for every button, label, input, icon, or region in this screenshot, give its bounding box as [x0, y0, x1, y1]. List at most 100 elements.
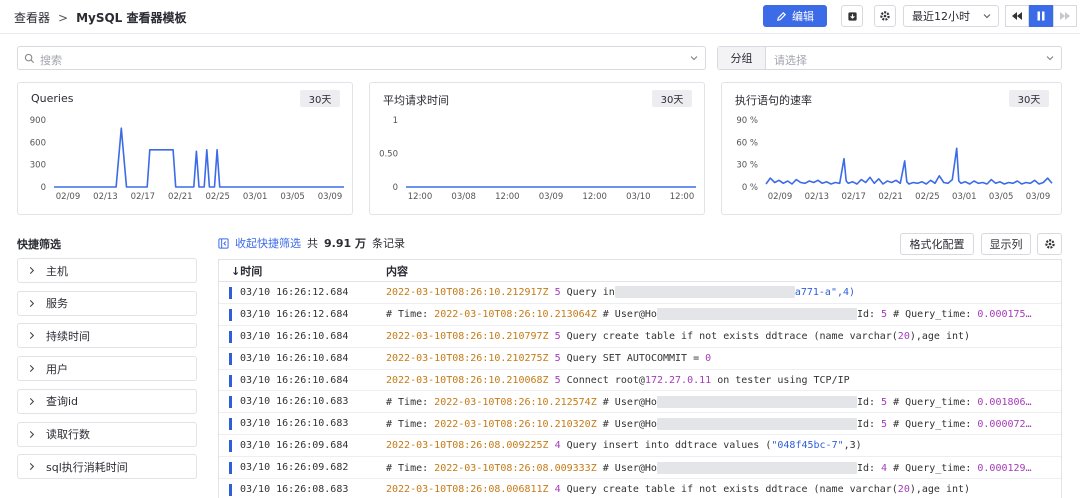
table-row[interactable]: 03/10 16:26:12.684 # Time: 2022-03-10T08:…	[219, 304, 1061, 326]
x-tick-label: 12:00	[495, 192, 520, 202]
row-status-bar	[229, 484, 232, 497]
table-row[interactable]: 03/10 16:26:10.683 # Time: 2022-03-10T08:…	[219, 391, 1061, 414]
edit-button[interactable]: 编辑	[763, 5, 827, 27]
table-row[interactable]: 03/10 16:26:10.684 2022-03-10T08:26:10.21…	[219, 348, 1061, 370]
row-query-number: 20	[897, 483, 910, 495]
y-tick-label: 300	[30, 161, 46, 171]
x-tick-label: 02/17	[131, 192, 156, 202]
table-header: ↓时间 内容	[219, 260, 1061, 282]
row-id: 4	[881, 462, 888, 474]
download-icon	[847, 11, 857, 21]
row-user-text: # User@Ho	[602, 309, 657, 321]
y-tick-label: 0 %	[742, 183, 758, 193]
row-timestamp: 2022-03-10T08:26:10.210797Z	[386, 330, 549, 342]
quick-filter-item[interactable]: 用户	[17, 356, 197, 382]
fast-forward-icon	[1060, 12, 1070, 20]
chevron-right-icon	[29, 463, 35, 471]
x-tick-label: 02/25	[915, 192, 940, 202]
table-row[interactable]: 03/10 16:26:08.683 2022-03-10T08:26:08.00…	[219, 479, 1061, 498]
table-row[interactable]: 03/10 16:26:10.684 2022-03-10T08:26:10.21…	[219, 370, 1061, 392]
display-columns-button[interactable]: 显示列	[981, 233, 1031, 255]
row-time: 03/10 16:26:10.684	[240, 330, 349, 342]
row-content: 2022-03-10T08:26:08.006811Z 4 Query crea…	[386, 484, 1054, 495]
row-status-bar	[229, 418, 232, 431]
row-time: 03/10 16:26:09.684	[240, 440, 349, 452]
time-range-select[interactable]: 最近12小时	[903, 5, 999, 27]
x-tick-label: 02/09	[56, 192, 81, 202]
table-row[interactable]: 03/10 16:26:10.684 2022-03-10T08:26:10.21…	[219, 326, 1061, 348]
chevron-right-icon	[29, 299, 35, 307]
x-tick-label: 03/09	[318, 192, 343, 202]
row-query-tail: ),age int)	[909, 483, 971, 495]
quick-filter-label: 持续时间	[46, 329, 90, 343]
edit-label: 编辑	[792, 10, 814, 23]
statement-rate-chart: 90 % 60 % 30 % 0 % 02/09 02/13 02/17 02/21 02/25…	[736, 116, 1053, 202]
row-status-bar	[229, 308, 232, 321]
x-tick-label: 03/05	[280, 192, 305, 202]
x-tick-label: 03/08	[451, 192, 476, 202]
x-tick-label: 03/10	[626, 192, 651, 202]
row-time: 03/10 16:26:10.683	[240, 418, 349, 430]
quick-filter-label: 查询id	[46, 395, 79, 409]
table-row[interactable]: 03/10 16:26:09.682 # Time: 2022-03-10T08:…	[219, 457, 1061, 480]
x-tick-label: 03/01	[243, 192, 268, 202]
row-user-text: # User@Ho	[602, 396, 657, 408]
row-query-text: Query create table if not exists ddtrace…	[566, 330, 898, 342]
x-tick-label: 03/09	[1026, 192, 1051, 202]
y-tick-label: 0	[393, 183, 398, 193]
chart-card-queries: Queries 30天 900 600 300 0 02/09 02/13 02/17 02/…	[17, 82, 353, 215]
x-tick-label: 02/21	[168, 192, 193, 202]
quick-filter-title: 快捷筛选	[17, 238, 61, 251]
row-status-bar	[229, 374, 232, 387]
row-timestamp: 2022-03-10T08:26:08.006811Z	[386, 483, 549, 495]
row-query-time: 0.000175…	[977, 309, 1032, 321]
table-settings-button[interactable]	[1037, 233, 1062, 255]
row-timestamp: 2022-03-10T08:26:10.210068Z	[386, 374, 549, 386]
export-button[interactable]	[841, 5, 863, 27]
column-header-time[interactable]: ↓时间	[219, 263, 386, 279]
x-tick-label: 03/01	[952, 192, 977, 202]
fast-forward-button[interactable]	[1053, 5, 1077, 27]
avg-request-time-chart: 1 0.50 0 12:00 03/08 12:00 03/09 12:00 03/10 12:0…	[379, 116, 696, 202]
table-row[interactable]: 03/10 16:26:10.683 # Time: 2022-03-10T08:…	[219, 413, 1061, 436]
group-select[interactable]: 分组 请选择	[717, 46, 1062, 70]
quick-filter-item[interactable]: 读取行数	[17, 421, 197, 447]
rewind-button[interactable]	[1005, 5, 1029, 27]
quick-filter-item[interactable]: 主机	[17, 258, 197, 283]
format-config-button[interactable]: 格式化配置	[900, 233, 974, 255]
search-icon	[24, 53, 35, 64]
row-content: 2022-03-10T08:26:10.210068Z 5 Connect ro…	[386, 375, 1054, 386]
y-tick-label: 0.50	[379, 150, 398, 160]
search-placeholder: 搜索	[40, 54, 62, 67]
quick-filter-item[interactable]: 查询id	[17, 388, 197, 414]
gear-icon	[880, 11, 890, 21]
row-thread-id: 5	[554, 352, 561, 364]
quick-filter-item[interactable]: 持续时间	[17, 323, 197, 349]
time-range-value: 最近12小时	[912, 10, 970, 23]
row-thread-id: 5	[554, 374, 561, 386]
chart-card-statement-rate: 执行语句的速率 30天 90 % 60 % 30 % 0 % 02/09 02/13 02/…	[721, 82, 1062, 215]
row-timestamp: 2022-03-10T08:26:08.009225Z	[386, 440, 549, 452]
quick-filter-item[interactable]: 服务	[17, 290, 197, 316]
table-row[interactable]: 03/10 16:26:09.684 2022-03-10T08:26:08.00…	[219, 435, 1061, 458]
row-thread-id: 5	[554, 287, 561, 299]
x-tick-label: 02/13	[805, 192, 830, 202]
gear-icon	[1044, 239, 1055, 249]
row-user-text: # User@Ho	[602, 462, 657, 474]
settings-button[interactable]	[874, 5, 896, 27]
quick-filter-item[interactable]: sql执行消耗时间	[17, 454, 197, 480]
row-query-number: 20	[897, 330, 910, 342]
row-time: 03/10 16:26:12.684	[240, 286, 349, 298]
collapse-panel-icon[interactable]	[218, 237, 229, 249]
log-table: ↓时间 内容 03/10 16:26:12.684 2022-03-10T08:2…	[218, 259, 1062, 498]
row-user-text: # User@Ho	[602, 418, 657, 430]
pause-icon	[1037, 11, 1045, 21]
record-count: 9.91 万	[324, 237, 366, 250]
search-input[interactable]: 搜索	[17, 46, 706, 70]
pause-button[interactable]	[1029, 5, 1053, 27]
row-query-tail: a771-a",4)	[794, 287, 856, 299]
table-row[interactable]: 03/10 16:26:12.684 2022-03-10T08:26:10.21…	[219, 282, 1061, 304]
collapse-quick-filter-link[interactable]: 收起快捷筛选	[235, 235, 301, 251]
breadcrumb-root[interactable]: 查看器	[14, 11, 50, 25]
row-content: 2022-03-10T08:26:08.009225Z 4 Query inse…	[386, 440, 1054, 451]
